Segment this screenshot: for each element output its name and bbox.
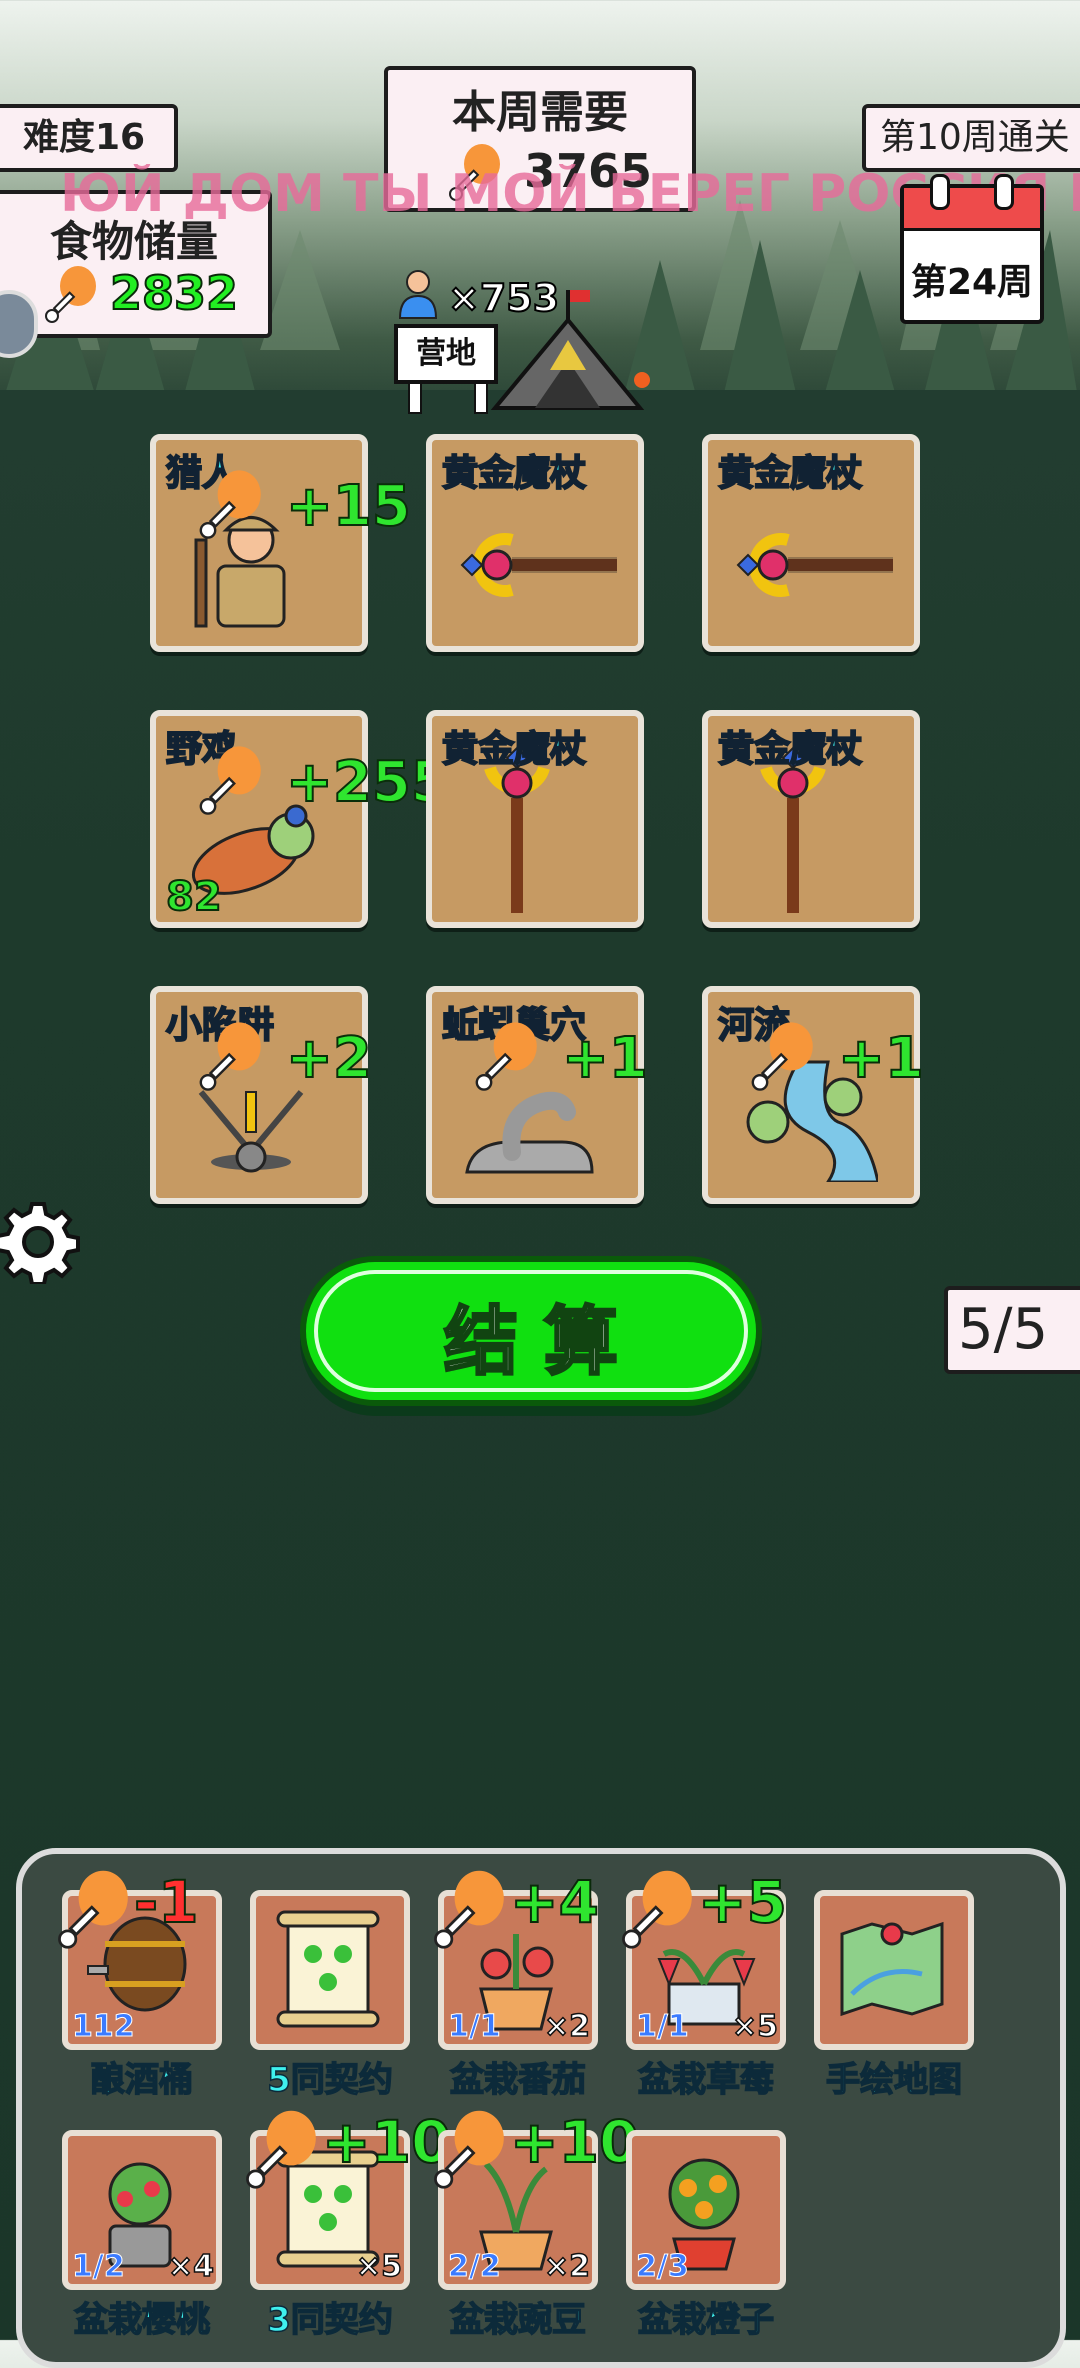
camp-sign[interactable]: 营地 — [394, 324, 498, 384]
card-golden-wand[interactable]: 黄金魔杖 — [426, 710, 644, 928]
food-icon — [472, 1020, 544, 1096]
clear-status-panel: 第10周通关 — [862, 104, 1080, 172]
item-name: 盆栽橙子 — [637, 2299, 775, 2341]
food-storage-value: 2832 — [109, 265, 239, 321]
item-name: 手绘地图 — [825, 2059, 963, 2101]
item-count: 1/1 — [448, 2009, 502, 2045]
card-bonus: +1 — [561, 1025, 649, 1092]
food-icon — [196, 744, 268, 820]
item-multiplier: ×4 — [167, 2248, 215, 2285]
item-count: 2/2 — [448, 2249, 502, 2285]
page-counter: 5/5 — [944, 1286, 1080, 1374]
food-icon — [748, 1020, 820, 1096]
card-bonus: +1 — [837, 1025, 925, 1092]
weekly-need-title: 本周需要 — [452, 87, 628, 138]
item-name: 5同契约 — [266, 2059, 393, 2101]
item-bonus: +5 — [697, 1867, 788, 1937]
food-icon — [196, 468, 268, 544]
card-hunter[interactable]: 猎人 +15 — [150, 434, 412, 652]
tent-icon — [490, 290, 650, 410]
ring-icon — [930, 174, 950, 210]
item-name: 盆栽番茄 — [449, 2059, 587, 2101]
difficulty-panel: 难度16 — [0, 104, 178, 172]
item-name: 盆栽樱桃 — [73, 2299, 211, 2341]
card-name: 黄金魔杖 — [717, 728, 863, 771]
card-golden-wand[interactable]: 黄金魔杖 — [426, 434, 644, 652]
scroll-icon — [268, 1904, 388, 2038]
settle-label: 结 算 — [443, 1298, 620, 1387]
inventory-item[interactable] — [814, 1890, 974, 2050]
card-pheasant[interactable]: 野鸡 +255 82 — [150, 710, 451, 928]
card-river[interactable]: 河流 +1 — [702, 986, 925, 1204]
card-bonus: +2 — [285, 1025, 373, 1092]
item-count: 1/2 — [72, 2249, 126, 2285]
card-name: 黄金魔杖 — [441, 452, 587, 495]
food-icon — [242, 2108, 324, 2194]
item-bonus: -1 — [133, 1867, 199, 1937]
card-golden-wand[interactable]: 黄金魔杖 — [702, 710, 920, 928]
item-name: 盆栽豌豆 — [449, 2299, 587, 2341]
sign-post — [408, 382, 422, 414]
calendar-week: 第24周 — [910, 262, 1034, 303]
card-bonus: +15 — [285, 473, 412, 540]
item-multiplier: ×5 — [731, 2008, 779, 2045]
item-name: 盆栽草莓 — [637, 2059, 775, 2101]
page-counter-text: 5/5 — [958, 1297, 1049, 1362]
item-name: 3同契约 — [266, 2299, 393, 2341]
ring-icon — [994, 174, 1014, 210]
food-icon — [44, 264, 100, 328]
food-icon — [430, 1868, 512, 1954]
item-name: 酿酒桶 — [90, 2059, 194, 2101]
card-name: 黄金魔杖 — [717, 452, 863, 495]
clear-status-label: 第10周通关 — [880, 117, 1070, 158]
golden-wand-icon — [728, 500, 898, 634]
card-golden-wand[interactable]: 黄金魔杖 — [702, 434, 920, 652]
card-counter: 82 — [165, 873, 223, 921]
food-icon — [618, 1868, 700, 1954]
card-name: 黄金魔杖 — [441, 728, 587, 771]
food-icon — [430, 2108, 512, 2194]
card-trap[interactable]: 小陷阱 +2 — [150, 986, 373, 1204]
camp-label: 营地 — [416, 336, 476, 371]
sign-post — [474, 382, 488, 414]
item-bonus: +10 — [509, 2107, 640, 2177]
item-count: 1/1 — [636, 2009, 690, 2045]
calendar: 第24周 — [900, 174, 1044, 324]
item-bonus: +4 — [509, 1867, 600, 1937]
card-worm-nest[interactable]: 蚯蚓巢穴+1 — [426, 986, 649, 1204]
settle-button[interactable]: 结 算 — [300, 1256, 762, 1406]
item-multiplier: ×2 — [543, 2248, 591, 2285]
person-icon — [396, 268, 440, 324]
golden-wand-icon — [452, 500, 622, 634]
inventory-item[interactable] — [250, 1890, 410, 2050]
food-icon — [196, 1020, 268, 1096]
item-multiplier: ×2 — [543, 2008, 591, 2045]
difficulty-label: 难度16 — [22, 117, 146, 158]
food-icon — [54, 1868, 136, 1954]
map-icon — [832, 1904, 952, 2028]
item-count: 2/3 — [636, 2249, 690, 2285]
inventory-item[interactable]: 1/2 ×4 — [62, 2130, 222, 2290]
inventory-item[interactable]: 2/3 — [626, 2130, 786, 2290]
item-count: 112 — [72, 2009, 136, 2045]
settings-gear-icon[interactable] — [0, 1200, 80, 1288]
item-multiplier: ×5 — [355, 2248, 403, 2285]
